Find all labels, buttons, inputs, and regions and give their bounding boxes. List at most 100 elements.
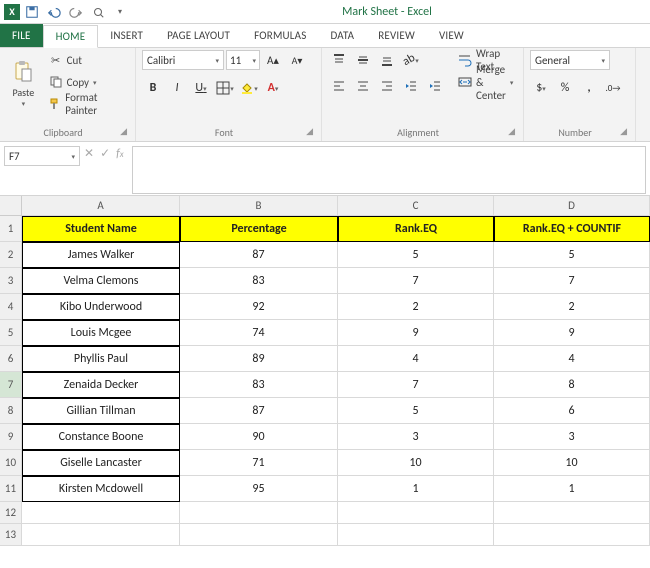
row-header[interactable]: 13 [0, 524, 22, 546]
cell[interactable] [22, 502, 180, 524]
align-bottom-icon[interactable] [376, 50, 398, 70]
increase-decimal-icon[interactable]: .0→ [602, 78, 624, 98]
formula-input[interactable] [132, 146, 646, 194]
undo-icon[interactable] [46, 4, 62, 20]
dialog-launcher-icon[interactable]: ◢ [620, 126, 627, 137]
cell[interactable]: 9 [494, 320, 650, 346]
table-header-cell[interactable]: Rank.EQ [338, 216, 494, 242]
cell[interactable]: 8 [494, 372, 650, 398]
tab-file[interactable]: FILE [0, 24, 43, 47]
align-center-icon[interactable] [352, 76, 374, 96]
cell[interactable]: 92 [180, 294, 338, 320]
redo-icon[interactable] [68, 4, 84, 20]
cell[interactable]: 89 [180, 346, 338, 372]
orientation-icon[interactable]: ab▾ [400, 50, 422, 70]
row-header[interactable]: 8 [0, 398, 22, 424]
cut-button[interactable]: ✂Cut [45, 50, 129, 70]
cell[interactable]: 83 [180, 372, 338, 398]
name-box[interactable]: F7▾ [4, 146, 80, 166]
percent-format-icon[interactable]: % [554, 78, 576, 98]
column-header[interactable]: D [494, 196, 650, 216]
cell[interactable]: Kibo Underwood [22, 294, 180, 320]
cell[interactable]: 95 [180, 476, 338, 502]
row-header[interactable]: 10 [0, 450, 22, 476]
dialog-launcher-icon[interactable]: ◢ [306, 126, 313, 137]
align-middle-icon[interactable] [352, 50, 374, 70]
cell[interactable]: James Walker [22, 242, 180, 268]
cell[interactable]: 74 [180, 320, 338, 346]
table-header-cell[interactable]: Percentage [180, 216, 338, 242]
cell[interactable]: 9 [338, 320, 494, 346]
align-right-icon[interactable] [376, 76, 398, 96]
font-name-select[interactable]: Calibri▾ [142, 50, 224, 70]
cell[interactable] [338, 524, 494, 546]
cell[interactable]: Zenaida Decker [22, 372, 180, 398]
cell[interactable] [180, 502, 338, 524]
cell[interactable]: 3 [494, 424, 650, 450]
borders-button[interactable]: ▾ [214, 78, 236, 98]
tab-view[interactable]: VIEW [427, 24, 476, 47]
align-top-icon[interactable] [328, 50, 350, 70]
save-icon[interactable] [24, 4, 40, 20]
cell[interactable] [338, 502, 494, 524]
select-all-corner[interactable] [0, 196, 22, 216]
table-header-cell[interactable]: Rank.EQ + COUNTIF [494, 216, 650, 242]
row-header[interactable]: 12 [0, 502, 22, 524]
cell[interactable]: 7 [338, 372, 494, 398]
row-header[interactable]: 3 [0, 268, 22, 294]
increase-indent-icon[interactable] [424, 76, 446, 96]
decrease-indent-icon[interactable] [400, 76, 422, 96]
cancel-formula-icon[interactable]: ✕ [84, 146, 94, 161]
cell[interactable]: 7 [494, 268, 650, 294]
dialog-launcher-icon[interactable]: ◢ [120, 126, 127, 137]
align-left-icon[interactable] [328, 76, 350, 96]
cell[interactable]: 2 [494, 294, 650, 320]
italic-button[interactable]: I [166, 78, 188, 98]
cell[interactable] [494, 502, 650, 524]
column-header[interactable]: C [338, 196, 494, 216]
cell[interactable]: 4 [494, 346, 650, 372]
cell[interactable]: 1 [338, 476, 494, 502]
row-header[interactable]: 9 [0, 424, 22, 450]
cell[interactable]: Giselle Lancaster [22, 450, 180, 476]
cell[interactable]: 3 [338, 424, 494, 450]
tab-page-layout[interactable]: PAGE LAYOUT [155, 24, 242, 47]
cell[interactable]: 10 [494, 450, 650, 476]
cell[interactable]: 83 [180, 268, 338, 294]
tab-data[interactable]: DATA [318, 24, 366, 47]
comma-format-icon[interactable]: , [578, 78, 600, 98]
paste-button[interactable]: Paste ▾ [6, 50, 41, 116]
enter-formula-icon[interactable]: ✓ [100, 146, 110, 161]
increase-font-icon[interactable]: A▴ [262, 50, 284, 70]
cell[interactable]: 2 [338, 294, 494, 320]
cell[interactable]: Velma Clemons [22, 268, 180, 294]
cell[interactable]: 90 [180, 424, 338, 450]
row-header[interactable]: 11 [0, 476, 22, 502]
tab-formulas[interactable]: FORMULAS [242, 24, 318, 47]
tab-insert[interactable]: INSERT [98, 24, 155, 47]
dialog-launcher-icon[interactable]: ◢ [508, 126, 515, 137]
spreadsheet-grid[interactable]: ABCD1Student NamePercentageRank.EQRank.E… [0, 196, 650, 546]
cell[interactable]: Gillian Tillman [22, 398, 180, 424]
number-format-select[interactable]: General▾ [530, 50, 610, 70]
cell[interactable] [494, 524, 650, 546]
row-header[interactable]: 5 [0, 320, 22, 346]
cell[interactable]: 5 [494, 242, 650, 268]
cell[interactable]: 87 [180, 398, 338, 424]
font-size-select[interactable]: 11▾ [226, 50, 260, 70]
decrease-font-icon[interactable]: A▾ [286, 50, 308, 70]
cell[interactable]: 5 [338, 242, 494, 268]
font-color-button[interactable]: A▾ [262, 78, 284, 98]
cell[interactable]: Kirsten Mcdowell [22, 476, 180, 502]
cell[interactable]: 10 [338, 450, 494, 476]
merge-center-button[interactable]: Merge & Center ▾ [454, 72, 517, 92]
tab-review[interactable]: REVIEW [366, 24, 427, 47]
cell[interactable] [180, 524, 338, 546]
table-header-cell[interactable]: Student Name [22, 216, 180, 242]
column-header[interactable]: B [180, 196, 338, 216]
touch-mode-icon[interactable] [90, 4, 106, 20]
cell[interactable]: 5 [338, 398, 494, 424]
cell[interactable]: 6 [494, 398, 650, 424]
format-painter-button[interactable]: Format Painter [45, 94, 129, 114]
cell[interactable]: 7 [338, 268, 494, 294]
